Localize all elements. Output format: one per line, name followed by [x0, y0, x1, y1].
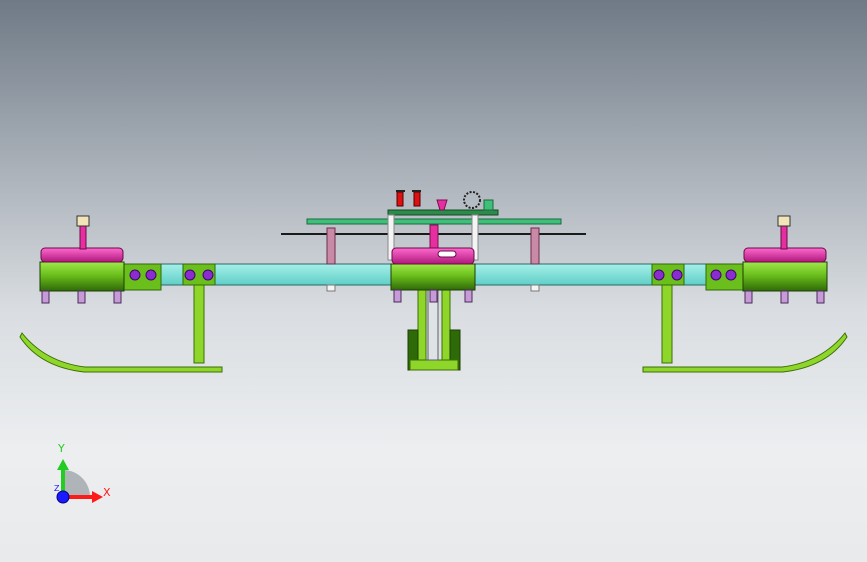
- x-axis-label: X: [103, 486, 111, 499]
- arm-bolt: [530, 284, 540, 292]
- z-axis-label: Z: [54, 484, 60, 493]
- cad-model-front-view[interactable]: [0, 0, 867, 562]
- right-motor: [742, 215, 828, 304]
- y-axis-label: Y: [58, 442, 65, 455]
- coordinate-triad-icon[interactable]: [56, 459, 103, 504]
- center-motor: [390, 247, 476, 303]
- cad-viewport[interactable]: Y X Z: [0, 0, 867, 562]
- left-motor: [39, 215, 125, 304]
- arm-bolt: [326, 284, 336, 292]
